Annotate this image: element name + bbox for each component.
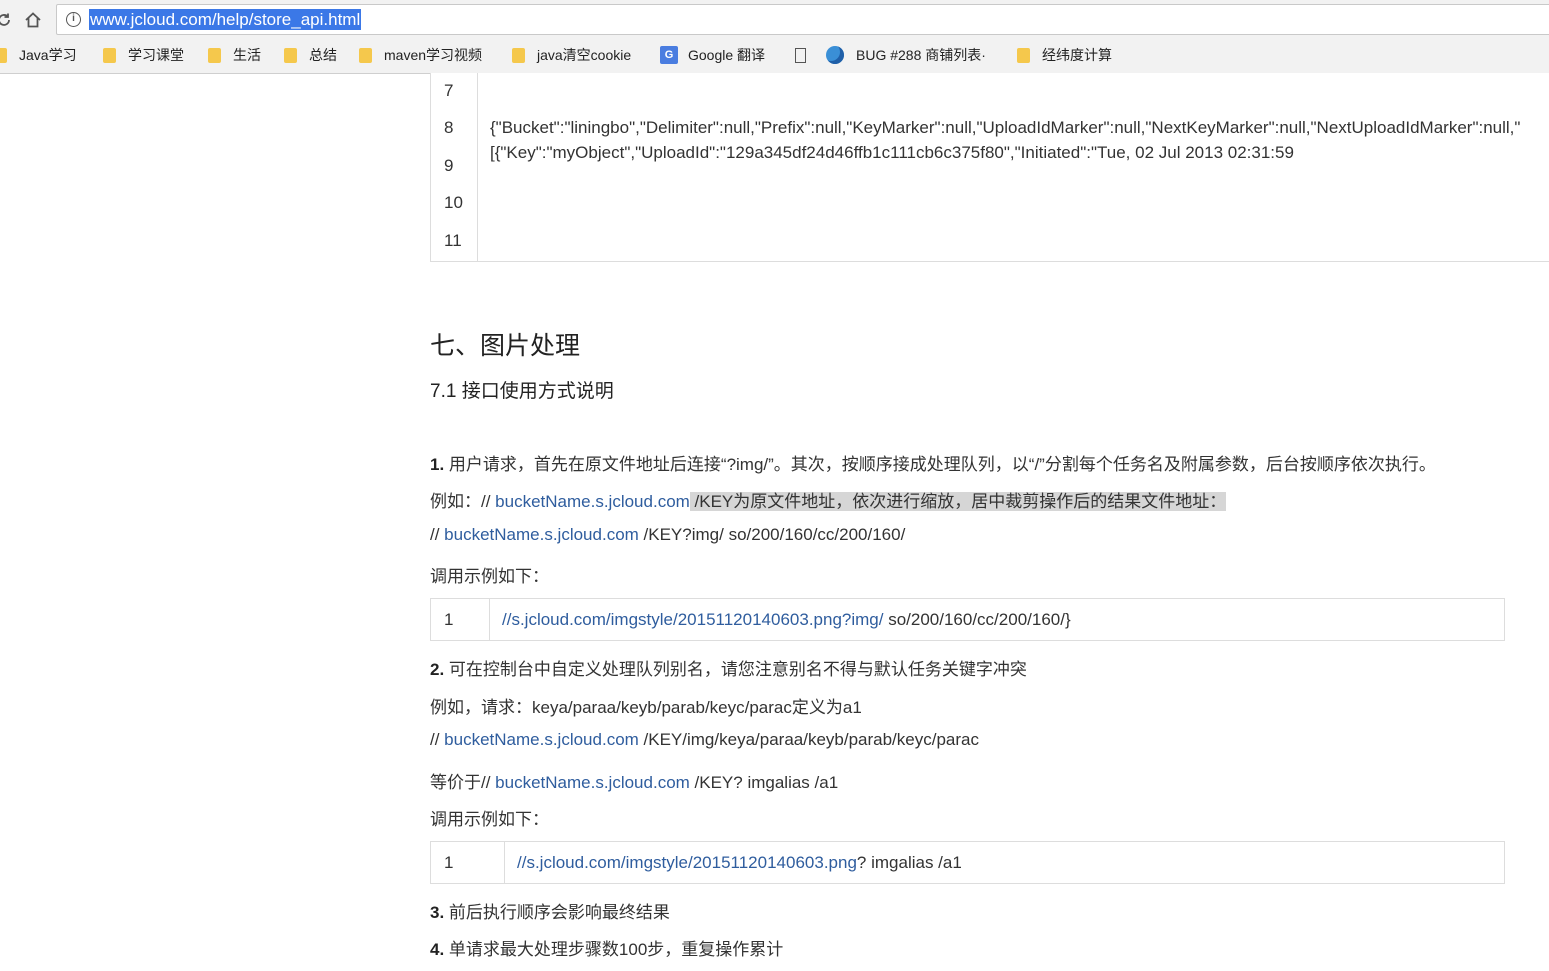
info-icon[interactable]: i [66,12,81,27]
bookmark-java[interactable]: Java学习 [0,42,77,68]
code-block-example-2: 1 //s.jcloud.com/imgstyle/20151120140603… [430,841,1505,884]
line-number: 1 [444,610,454,629]
paragraph-example-2: 例如，请求：keya/paraa/keyb/parab/keyc/parac定义… [430,698,862,717]
bookmark-label: 学习课堂 [128,47,184,63]
line-number: 11 [444,231,462,250]
highlighted-text: /KEY为原文件地址，依次进行缩放，居中裁剪操作后的结果文件地址： [689,492,1227,511]
page-icon [795,47,806,63]
folder-icon [0,47,7,63]
paragraph-example-url-2: // bucketName.s.jcloud.com /KEY/img/keya… [430,730,979,750]
code-block-example-1: 1 //s.jcloud.com/imgstyle/20151120140603… [430,598,1505,641]
globe-icon [826,46,844,64]
text-rest: /KEY? imgalias /a1 [689,773,839,792]
line-number: 7 [444,81,454,100]
home-icon[interactable] [21,8,45,32]
text-prefix: // [430,730,445,749]
step-text: 单请求最大处理步骤数100步，重复操作累计 [444,940,784,959]
code-line: //s.jcloud.com/imgstyle/20151120140603.p… [517,853,962,873]
paragraph-step-3: 3. 前后执行顺序会影响最终结果 [430,898,670,923]
code-rest: so/200/160/cc/200/160/} [883,610,1071,629]
browser-toolbar: i www.jcloud.com/help/store_api.html Jav… [0,0,1549,74]
line-number: 10 [444,193,463,212]
google-translate-icon: G [660,46,678,64]
bookmark-page[interactable] [795,42,826,68]
code-line: //s.jcloud.com/imgstyle/20151120140603.p… [502,610,1071,630]
code-rest: ? imgalias /a1 [856,853,962,872]
bookmark-label: Java学习 [19,47,77,63]
paragraph-step-4: 4. 单请求最大处理步骤数100步，重复操作累计 [430,935,783,960]
folder-icon [512,47,525,63]
paragraph-example-url: // bucketName.s.jcloud.com /KEY?img/ so/… [430,525,905,545]
bucket-link[interactable]: bucketName.s.jcloud.com [495,492,690,511]
step-text: 用户请求，首先在原文件地址后连接“?img/”。其次，按顺序接成处理队列，以“/… [444,455,1436,474]
folder-icon [284,47,297,63]
step-text: 可在控制台中自定义处理队列别名，请您注意别名不得与默认任务关键字冲突 [444,660,1027,679]
folder-icon [103,47,116,63]
folder-icon [359,47,372,63]
step-number: 4. [430,940,445,959]
bookmark-study-class[interactable]: 学习课堂 [103,42,184,68]
reload-icon[interactable] [0,8,16,32]
bookmark-label: 生活 [233,47,261,63]
line-number-gutter: 7 8 9 10 11 [431,73,478,261]
bookmark-maven[interactable]: maven学习视频 [359,42,482,68]
example-link[interactable]: //s.jcloud.com/imgstyle/20151120140603.p… [502,610,883,629]
paragraph-call-example: 调用示例如下： [430,567,549,586]
code-block-response: 7 8 9 10 11 {"Bucket":"liningbo","Delimi… [430,73,1549,262]
step-number: 2. [430,660,445,679]
code-line: [{"Key":"myObject","UploadId":"129a345df… [490,143,1294,162]
paragraph-example-1: 例如：// bucketName.s.jcloud.com /KEY为原文件地址… [430,487,1227,512]
paragraph-step-1: 1. 用户请求，首先在原文件地址后连接“?img/”。其次，按顺序接成处理队列，… [430,450,1436,475]
bookmark-life[interactable]: 生活 [208,42,261,68]
section-subtitle: 7.1 接口使用方式说明 [430,381,614,402]
bookmark-lat-lng[interactable]: 经纬度计算 [1017,42,1112,68]
text-rest: /KEY/img/keya/paraa/keyb/parab/keyc/para… [638,730,979,749]
bookmark-java-cookie[interactable]: java清空cookie [512,42,631,68]
bucket-link[interactable]: bucketName.s.jcloud.com [495,773,690,792]
bucket-link[interactable]: bucketName.s.jcloud.com [444,525,639,544]
text-prefix: 例如：// [430,492,496,511]
text-prefix: 等价于// [430,773,496,792]
gutter-divider [504,842,505,883]
step-text: 前后执行顺序会影响最终结果 [444,903,670,922]
folder-icon [208,47,221,63]
folder-icon [1017,47,1030,63]
paragraph-equivalent: 等价于// bucketName.s.jcloud.com /KEY? imga… [430,768,838,793]
bookmark-bug-288[interactable]: BUG #288 商铺列表· [826,42,986,68]
paragraph-step-2: 2. 可在控制台中自定义处理队列别名，请您注意别名不得与默认任务关键字冲突 [430,655,1027,680]
bucket-link[interactable]: bucketName.s.jcloud.com [444,730,639,749]
step-number: 3. [430,903,445,922]
example-link[interactable]: //s.jcloud.com/imgstyle/20151120140603.p… [517,853,857,872]
gutter-divider [489,599,490,640]
paragraph-call-example-2: 调用示例如下： [430,810,549,829]
bookmark-label: 经纬度计算 [1042,47,1112,63]
bookmark-label: BUG #288 商铺列表· [856,47,986,63]
bookmark-google-translate[interactable]: G Google 翻译 [660,42,765,68]
url-text[interactable]: www.jcloud.com/help/store_api.html [89,9,362,30]
step-number: 1. [430,455,445,474]
bookmark-label: maven学习视频 [384,47,483,63]
text-rest: /KEY?img/ so/200/160/cc/200/160/ [638,525,906,544]
text-prefix: // [430,525,445,544]
bookmarks-bar: Java学习 学习课堂 生活 总结 maven学习视频 java清空cookie… [0,42,1549,68]
address-bar[interactable]: i www.jcloud.com/help/store_api.html [56,4,1549,35]
line-number: 8 [444,118,454,137]
bookmark-summary[interactable]: 总结 [284,42,337,68]
bookmark-label: java清空cookie [537,47,632,63]
line-number: 9 [444,156,454,175]
code-line: {"Bucket":"liningbo","Delimiter":null,"P… [490,118,1521,137]
bookmark-label: Google 翻译 [688,47,766,63]
bookmark-label: 总结 [309,47,337,63]
line-number: 1 [444,853,454,872]
section-title: 七、图片处理 [430,332,581,360]
